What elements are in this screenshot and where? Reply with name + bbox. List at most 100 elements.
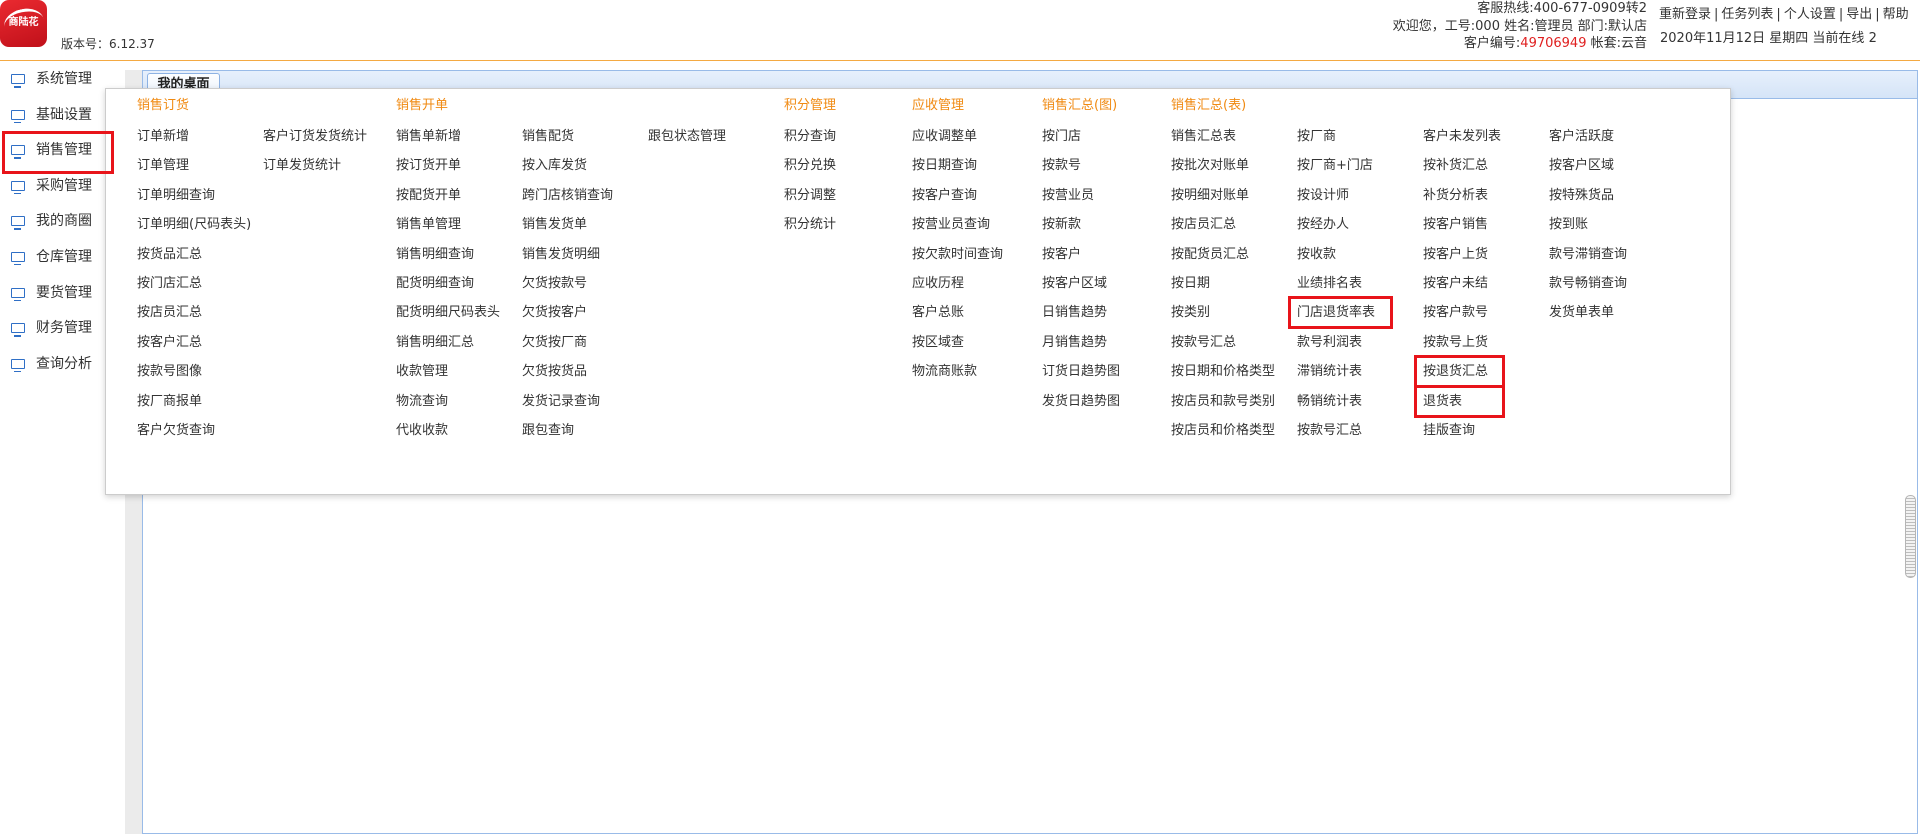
menu-item[interactable]: 销售汇总表 — [1171, 122, 1275, 151]
menu-item[interactable]: 客户欠货查询 — [137, 416, 251, 445]
menu-item[interactable]: 按营业员查询 — [912, 210, 1003, 239]
menu-item[interactable]: 按客户销售 — [1423, 210, 1501, 239]
personal-settings-link[interactable]: 个人设置 — [1784, 6, 1836, 23]
menu-item[interactable]: 按经办人 — [1297, 210, 1375, 239]
menu-item[interactable]: 畅销统计表 — [1297, 387, 1375, 416]
menu-item[interactable]: 按款号汇总 — [1171, 328, 1275, 357]
menu-item[interactable]: 月销售趋势 — [1042, 328, 1120, 357]
export-link[interactable]: 导出 — [1846, 6, 1872, 23]
menu-item[interactable]: 跟包状态管理 — [648, 122, 726, 151]
menu-item[interactable]: 按店员和款号类别 — [1171, 387, 1275, 416]
menu-item[interactable]: 销售发货明细 — [522, 240, 613, 269]
menu-item[interactable]: 按退货汇总 — [1414, 355, 1505, 389]
menu-item[interactable]: 按订货开单 — [396, 151, 500, 180]
menu-item[interactable]: 应收历程 — [912, 269, 1003, 298]
menu-item[interactable]: 按店员汇总 — [1171, 210, 1275, 239]
menu-item[interactable]: 按客户 — [1042, 240, 1120, 269]
menu-item[interactable]: 客户订货发货统计 — [263, 122, 367, 151]
menu-item[interactable]: 按客户款号 — [1423, 298, 1501, 327]
scrollbar-thumb[interactable] — [1905, 495, 1916, 578]
menu-item[interactable]: 物流查询 — [396, 387, 500, 416]
menu-item[interactable]: 按门店 — [1042, 122, 1120, 151]
menu-item[interactable]: 按类别 — [1171, 298, 1275, 327]
menu-item[interactable]: 滞销统计表 — [1297, 357, 1375, 386]
menu-item[interactable]: 按批次对账单 — [1171, 151, 1275, 180]
menu-item[interactable]: 按厂商报单 — [137, 387, 251, 416]
menu-item[interactable]: 按店员和价格类型 — [1171, 416, 1275, 445]
menu-item[interactable]: 销售单新增 — [396, 122, 500, 151]
menu-item[interactable]: 按入库发货 — [522, 151, 613, 180]
menu-item[interactable]: 按区域查 — [912, 328, 1003, 357]
menu-item[interactable]: 销售单管理 — [396, 210, 500, 239]
menu-item[interactable]: 按配货员汇总 — [1171, 240, 1275, 269]
menu-item[interactable]: 按补货汇总 — [1423, 151, 1501, 180]
menu-item[interactable]: 欠货按货品 — [522, 357, 613, 386]
menu-item[interactable]: 按门店汇总 — [137, 269, 251, 298]
menu-item[interactable]: 物流商账款 — [912, 357, 1003, 386]
menu-item[interactable]: 款号畅销查询 — [1549, 269, 1627, 298]
menu-item[interactable]: 按款号上货 — [1423, 328, 1501, 357]
menu-item[interactable]: 按客户汇总 — [137, 328, 251, 357]
menu-item[interactable]: 订单明细查询 — [137, 181, 251, 210]
menu-item[interactable]: 跟包查询 — [522, 416, 613, 445]
menu-item[interactable]: 销售发货单 — [522, 210, 613, 239]
menu-item[interactable]: 日销售趋势 — [1042, 298, 1120, 327]
menu-item[interactable]: 跨门店核销查询 — [522, 181, 613, 210]
menu-item[interactable]: 订单管理 — [137, 151, 251, 180]
menu-item[interactable]: 客户活跃度 — [1549, 122, 1627, 151]
menu-item[interactable]: 按特殊货品 — [1549, 181, 1627, 210]
menu-item[interactable]: 发货日趋势图 — [1042, 387, 1120, 416]
menu-item[interactable]: 按客户上货 — [1423, 240, 1501, 269]
menu-item[interactable]: 配货明细尺码表头 — [396, 298, 500, 327]
menu-item[interactable]: 按货品汇总 — [137, 240, 251, 269]
relogin-link[interactable]: 重新登录 — [1659, 6, 1711, 23]
menu-item[interactable]: 发货记录查询 — [522, 387, 613, 416]
menu-item[interactable]: 订货日趋势图 — [1042, 357, 1120, 386]
menu-item[interactable]: 门店退货率表 — [1288, 296, 1393, 330]
menu-item[interactable]: 挂版查询 — [1423, 416, 1501, 445]
menu-item[interactable]: 代收收款 — [396, 416, 500, 445]
menu-item[interactable]: 客户总账 — [912, 298, 1003, 327]
menu-item[interactable]: 按客户未结 — [1423, 269, 1501, 298]
menu-item[interactable]: 补货分析表 — [1423, 181, 1501, 210]
menu-item[interactable]: 积分查询 — [784, 122, 836, 151]
menu-item[interactable]: 按日期查询 — [912, 151, 1003, 180]
menu-item[interactable]: 按配货开单 — [396, 181, 500, 210]
menu-item[interactable]: 按明细对账单 — [1171, 181, 1275, 210]
menu-item[interactable]: 销售明细汇总 — [396, 328, 500, 357]
menu-item[interactable]: 发货单表单 — [1549, 298, 1627, 327]
menu-item[interactable]: 业绩排名表 — [1297, 269, 1375, 298]
menu-item[interactable]: 订单发货统计 — [263, 151, 367, 180]
menu-item[interactable]: 按客户区域 — [1549, 151, 1627, 180]
menu-item[interactable]: 款号利润表 — [1297, 328, 1375, 357]
menu-item[interactable]: 按营业员 — [1042, 181, 1120, 210]
menu-item[interactable]: 订单明细(尺码表头) — [137, 210, 251, 239]
menu-item[interactable]: 按厂商 — [1297, 122, 1375, 151]
menu-item[interactable]: 按设计师 — [1297, 181, 1375, 210]
menu-item[interactable]: 按日期和价格类型 — [1171, 357, 1275, 386]
menu-item[interactable]: 按店员汇总 — [137, 298, 251, 327]
menu-item[interactable]: 按新款 — [1042, 210, 1120, 239]
menu-item[interactable]: 销售明细查询 — [396, 240, 500, 269]
menu-item[interactable]: 按客户区域 — [1042, 269, 1120, 298]
menu-item[interactable]: 按厂商+门店 — [1297, 151, 1375, 180]
menu-item[interactable]: 款号滞销查询 — [1549, 240, 1627, 269]
menu-item[interactable]: 按日期 — [1171, 269, 1275, 298]
menu-item[interactable]: 积分兑换 — [784, 151, 836, 180]
menu-item[interactable]: 应收调整单 — [912, 122, 1003, 151]
menu-item[interactable]: 积分统计 — [784, 210, 836, 239]
help-link[interactable]: 帮助 — [1883, 6, 1909, 23]
menu-item[interactable]: 订单新增 — [137, 122, 251, 151]
menu-item[interactable]: 按到账 — [1549, 210, 1627, 239]
menu-item[interactable]: 欠货按客户 — [522, 298, 613, 327]
menu-item[interactable]: 欠货按款号 — [522, 269, 613, 298]
menu-item[interactable]: 按款号 — [1042, 151, 1120, 180]
menu-item[interactable]: 退货表 — [1414, 384, 1505, 418]
menu-item[interactable]: 按欠款时间查询 — [912, 240, 1003, 269]
menu-item[interactable]: 积分调整 — [784, 181, 836, 210]
menu-item[interactable]: 销售配货 — [522, 122, 613, 151]
menu-item[interactable]: 收款管理 — [396, 357, 500, 386]
menu-item[interactable]: 欠货按厂商 — [522, 328, 613, 357]
menu-item[interactable]: 按款号汇总 — [1297, 416, 1375, 445]
menu-item[interactable]: 配货明细查询 — [396, 269, 500, 298]
